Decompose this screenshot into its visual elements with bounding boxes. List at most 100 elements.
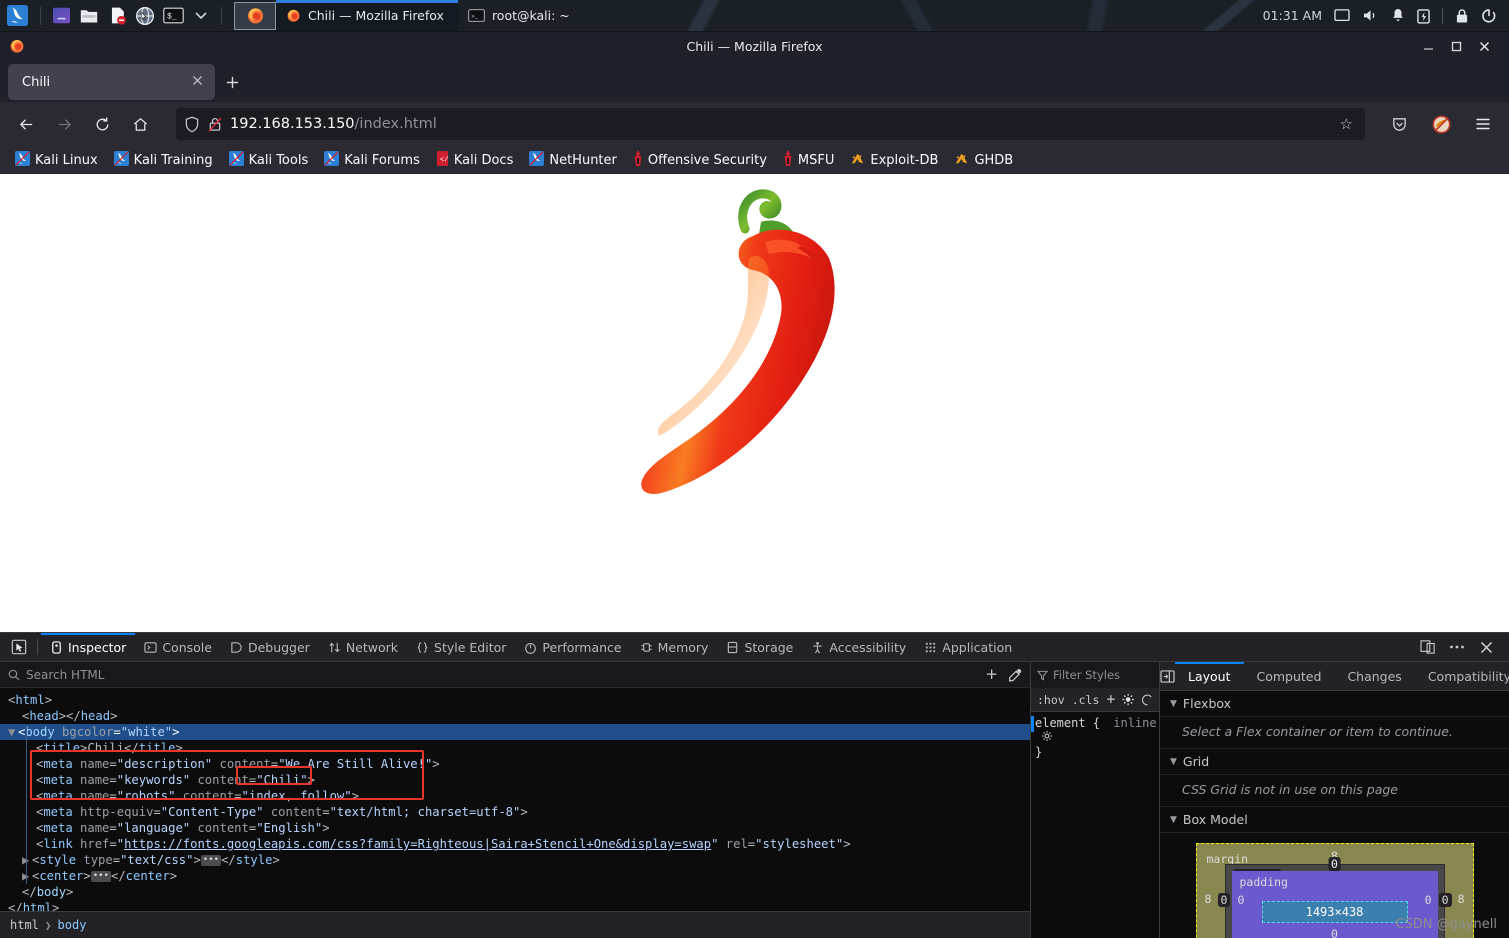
address-bar-value[interactable]: 192.168.153.150/index.html — [230, 116, 1333, 132]
padding-right-value[interactable]: 0 — [1425, 893, 1432, 907]
markup-line[interactable]: ▶<center>•••</center> — [0, 868, 1030, 884]
launcher-text-editor[interactable] — [103, 0, 131, 31]
markup-line[interactable]: ▼ <body bgcolor="white"> — [0, 724, 1030, 740]
eyedropper-icon[interactable] — [1008, 668, 1022, 682]
markup-tree[interactable]: <html> <head></head> ▼ <body bgcolor="white… — [0, 688, 1030, 911]
layout-tab-layout[interactable]: Layout — [1175, 662, 1244, 690]
class-toggle[interactable]: .cls — [1072, 693, 1100, 707]
forward-button[interactable] — [48, 108, 80, 140]
markup-line[interactable]: <html> — [0, 692, 1030, 708]
breadcrumb-item-body[interactable]: body — [58, 918, 87, 932]
display-icon[interactable] — [1334, 8, 1350, 23]
logout-icon[interactable] — [1481, 8, 1497, 24]
devtools-tab-storage[interactable]: Storage — [717, 633, 802, 661]
devtools-tab-application[interactable]: Application — [915, 633, 1021, 661]
expand-sidebar-button[interactable] — [1160, 669, 1175, 683]
print-preview-icon[interactable] — [1141, 694, 1153, 706]
devtools-tab-memory[interactable]: Memory — [631, 633, 718, 661]
back-button[interactable] — [10, 108, 42, 140]
devtools-tab-accessibility[interactable]: Accessibility — [802, 633, 915, 661]
launcher-file-manager[interactable] — [75, 0, 103, 31]
launcher-overflow-chevron[interactable] — [187, 0, 215, 31]
markup-line[interactable]: <link href="https://fonts.googleapis.com… — [0, 836, 1030, 852]
box-model-content-size[interactable]: 1493×438 — [1261, 901, 1408, 923]
add-rule-button[interactable]: + — [1106, 692, 1115, 707]
breadcrumb-item-html[interactable]: html — [10, 918, 39, 932]
launcher-terminal-emulator[interactable] — [47, 0, 75, 31]
launcher-firefox-active[interactable] — [234, 1, 276, 30]
address-bar[interactable]: 192.168.153.150/index.html ☆ — [176, 108, 1365, 140]
close-button[interactable] — [1477, 39, 1491, 53]
devtools-more-menu-button[interactable] — [1444, 634, 1470, 660]
layout-tab-changes[interactable]: Changes — [1334, 662, 1414, 690]
padding-top-value[interactable]: 0 — [1331, 857, 1338, 871]
volume-icon[interactable] — [1362, 8, 1379, 23]
maximize-button[interactable] — [1449, 39, 1463, 53]
devtools-tab-network[interactable]: Network — [319, 633, 407, 661]
sun-icon[interactable] — [1122, 693, 1135, 706]
taskbar-window-firefox[interactable]: Chili — Mozilla Firefox — [276, 0, 458, 31]
margin-right-value[interactable]: 8 — [1458, 892, 1465, 906]
notification-bell-icon[interactable] — [1391, 8, 1405, 23]
devtools-tab-performance[interactable]: Performance — [515, 633, 630, 661]
lock-crossed-icon[interactable] — [207, 116, 223, 133]
section-header-box-model[interactable]: ▼ Box Model — [1160, 807, 1509, 833]
new-tab-button[interactable] — [215, 64, 249, 100]
section-header-grid[interactable]: ▼ Grid — [1160, 749, 1509, 775]
pseudo-class-toggle[interactable]: :hov — [1037, 693, 1065, 707]
gear-icon[interactable] — [1041, 730, 1053, 742]
markup-line[interactable]: <meta name="language" content="English"> — [0, 820, 1030, 836]
layout-tab-computed[interactable]: Computed — [1244, 662, 1335, 690]
tab-close-button[interactable] — [187, 74, 207, 90]
battery-icon[interactable] — [1417, 8, 1430, 24]
section-header-flexbox[interactable]: ▼ Flexbox — [1160, 691, 1509, 717]
reload-button[interactable] — [86, 108, 118, 140]
lock-icon[interactable] — [1455, 8, 1469, 24]
bookmark-item-kali-linux[interactable]: Kali Linux — [8, 149, 105, 172]
layout-tab-compatibility[interactable]: Compatibility — [1415, 662, 1509, 690]
bookmark-star-button[interactable]: ☆ — [1340, 115, 1357, 133]
browser-tab-chili[interactable]: Chili — [8, 64, 215, 100]
devtools-tab-style-editor[interactable]: Style Editor — [407, 633, 515, 661]
shield-icon[interactable] — [184, 116, 200, 133]
markup-search-bar[interactable]: Search HTML + — [0, 662, 1030, 688]
bookmark-item-nethunter[interactable]: NetHunter — [522, 149, 624, 172]
minimize-button[interactable] — [1421, 39, 1435, 53]
bookmark-item-kali-training[interactable]: Kali Training — [107, 149, 220, 172]
close-devtools-button[interactable] — [1473, 634, 1499, 660]
filter-styles-bar[interactable]: Filter Styles — [1031, 662, 1159, 688]
extension-button[interactable] — [1425, 108, 1457, 140]
add-node-button[interactable]: + — [985, 667, 998, 682]
home-button[interactable] — [124, 108, 156, 140]
launcher-root-terminal[interactable]: $_ — [159, 0, 187, 31]
bookmark-item-kali-tools[interactable]: Kali Tools — [222, 149, 316, 172]
bookmark-item-ghdb[interactable]: GHDB — [947, 149, 1020, 172]
devtools-tab-debugger[interactable]: Debugger — [221, 633, 319, 661]
markup-line[interactable]: <meta http-equiv="Content-Type" content=… — [0, 804, 1030, 820]
markup-line[interactable]: </body> — [0, 884, 1030, 900]
responsive-design-mode-button[interactable] — [1415, 634, 1441, 660]
element-picker-button[interactable] — [4, 633, 34, 661]
markup-line[interactable]: ▶<style type="text/css">•••</style> — [0, 852, 1030, 868]
padding-bottom-value[interactable]: 0 — [1331, 927, 1338, 938]
bookmark-item-exploit-db[interactable]: Exploit-DB — [843, 149, 945, 172]
taskbar-window-terminal[interactable]: >_ root@kali: ~ — [458, 0, 584, 31]
kali-menu-button[interactable] — [0, 0, 34, 31]
bookmark-item-kali-docs[interactable]: </> Kali Docs — [429, 149, 521, 172]
bookmark-item-kali-forums[interactable]: Kali Forums — [317, 149, 427, 172]
app-menu-button[interactable] — [1467, 108, 1499, 140]
devtools-tab-inspector[interactable]: Inspector — [41, 633, 136, 661]
markup-line[interactable]: <head></head> — [0, 708, 1030, 724]
devtools-tab-console[interactable]: Console — [135, 633, 221, 661]
launcher-web-browser[interactable] — [131, 0, 159, 31]
padding-left-value[interactable]: 0 — [1238, 893, 1245, 907]
pocket-save-button[interactable] — [1383, 108, 1415, 140]
clock[interactable]: 01:31 AM — [1263, 8, 1322, 23]
bookmark-item-msfu[interactable]: MSFU — [776, 148, 841, 172]
border-right-value[interactable]: 0 — [1438, 893, 1452, 907]
bookmark-item-offensive-security[interactable]: Offensive Security — [626, 148, 774, 172]
border-left-value[interactable]: 0 — [1217, 893, 1231, 907]
rule-selector[interactable]: element { — [1035, 716, 1100, 730]
margin-left-value[interactable]: 8 — [1205, 892, 1212, 906]
markup-line[interactable]: </html> — [0, 900, 1030, 911]
